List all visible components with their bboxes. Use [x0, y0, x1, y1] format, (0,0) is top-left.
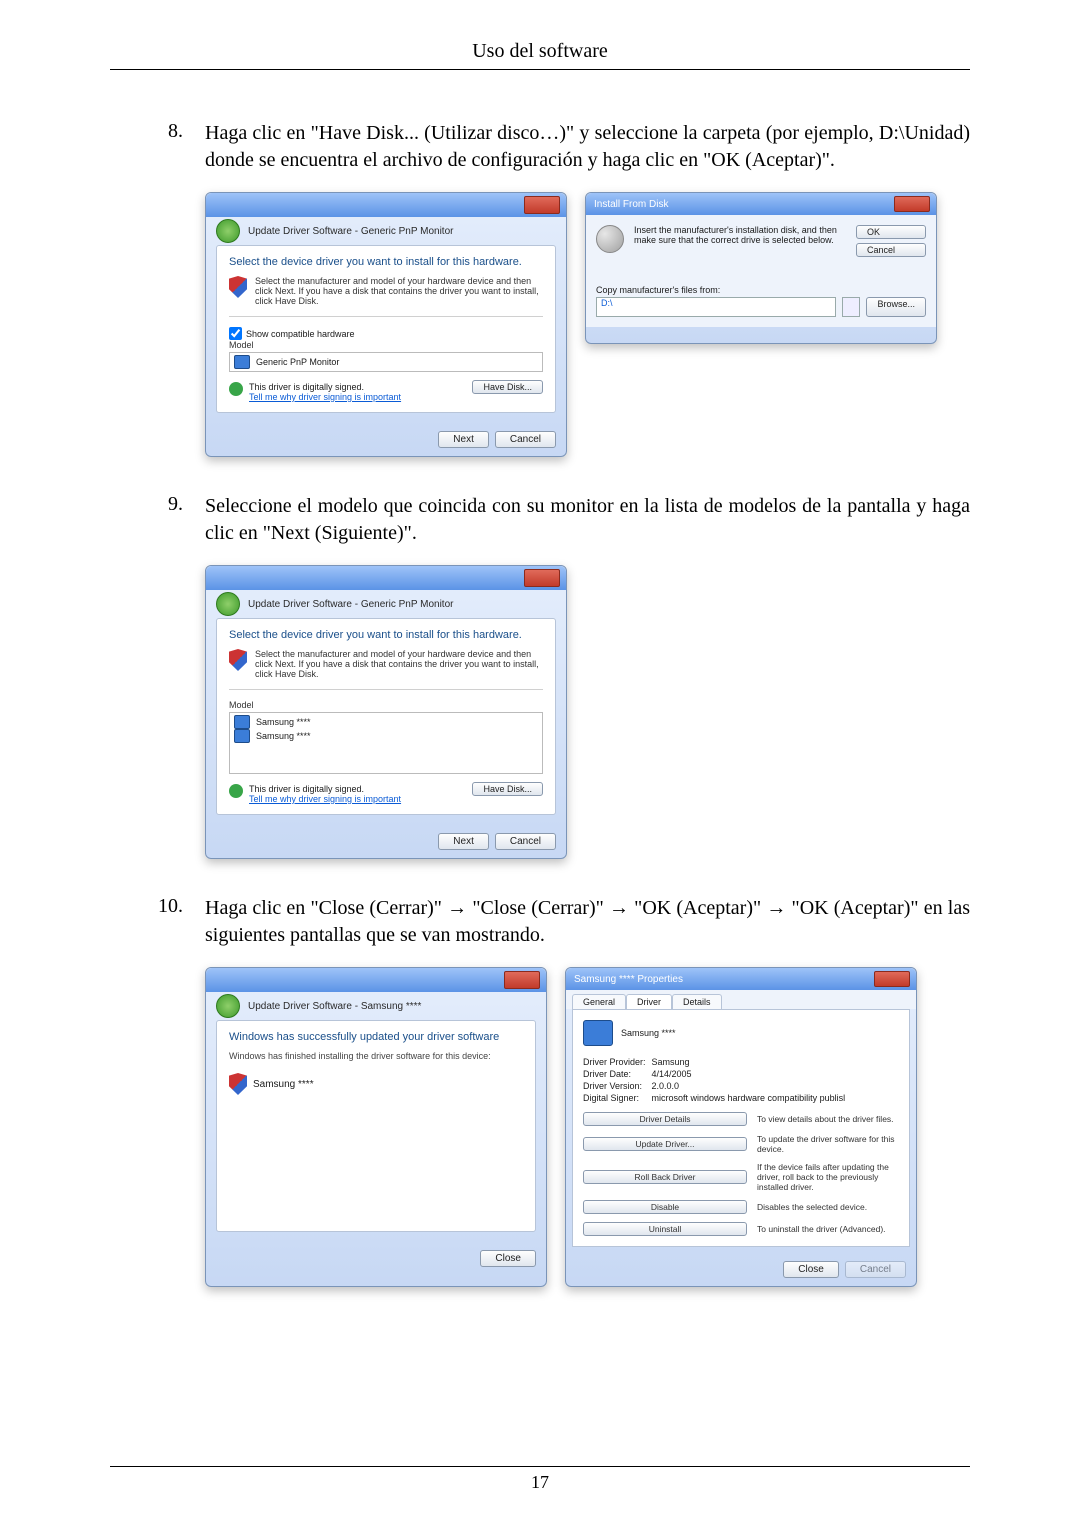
model-label: Model	[229, 340, 543, 350]
ifd-title: Install From Disk	[594, 199, 668, 210]
shield-icon	[229, 649, 247, 671]
cancel-button[interactable]: Cancel	[495, 833, 556, 850]
step10-number: 10.	[110, 895, 205, 949]
breadcrumb: Update Driver Software - Generic PnP Mon…	[248, 226, 453, 237]
ok-button[interactable]: OK	[856, 225, 926, 239]
monitor-icon	[234, 715, 250, 729]
model-list[interactable]: Samsung **** Samsung ****	[229, 712, 543, 774]
dialog-subtext: Windows has finished installing the driv…	[229, 1051, 523, 1061]
signed-ok-icon	[229, 784, 243, 798]
cancel-button[interactable]: Cancel	[856, 243, 926, 257]
install-from-disk-dialog: Install From Disk Insert the manufacture…	[585, 192, 937, 344]
update-complete-dialog: Update Driver Software - Samsung **** Wi…	[205, 967, 547, 1287]
model-item[interactable]: Generic PnP Monitor	[256, 357, 339, 367]
show-compatible-checkbox[interactable]: Show compatible hardware	[229, 327, 543, 340]
breadcrumb: Update Driver Software - Samsung ****	[248, 1001, 421, 1012]
rollback-button[interactable]: Roll Back Driver	[583, 1170, 747, 1184]
signing-link[interactable]: Tell me why driver signing is important	[249, 794, 401, 804]
back-icon[interactable]	[216, 994, 240, 1018]
update-driver-dialog: Update Driver Software - Generic PnP Mon…	[205, 192, 567, 457]
device-name: Samsung ****	[621, 1028, 676, 1038]
step9-text: Seleccione el modelo que coincida con su…	[205, 493, 970, 547]
close-icon[interactable]	[874, 971, 910, 987]
dialog-heading: Windows has successfully updated your dr…	[229, 1031, 523, 1043]
close-icon[interactable]	[504, 971, 540, 989]
tab-details[interactable]: Details	[672, 994, 722, 1009]
close-icon[interactable]	[524, 196, 560, 214]
monitor-icon	[234, 355, 250, 369]
model-list[interactable]: Generic PnP Monitor	[229, 352, 543, 372]
have-disk-button[interactable]: Have Disk...	[472, 782, 543, 796]
page-header: Uso del software	[110, 40, 970, 63]
dialog-note: Select the manufacturer and model of you…	[255, 276, 543, 306]
disk-icon	[596, 225, 624, 253]
step10-text: Haga clic en "Close (Cerrar)" → "Close (…	[205, 895, 970, 949]
ifd-message: Insert the manufacturer's installation d…	[634, 225, 848, 245]
dialog-heading: Select the device driver you want to ins…	[229, 256, 543, 268]
driver-info-table: Driver Provider:Samsung Driver Date:4/14…	[583, 1056, 851, 1104]
back-icon[interactable]	[216, 219, 240, 243]
header-rule	[110, 69, 970, 70]
update-driver-button[interactable]: Update Driver...	[583, 1137, 747, 1151]
driver-details-button[interactable]: Driver Details	[583, 1112, 747, 1126]
next-button[interactable]: Next	[438, 431, 489, 448]
close-button[interactable]: Close	[783, 1261, 839, 1278]
signed-ok-icon	[229, 382, 243, 396]
close-icon[interactable]	[524, 569, 560, 587]
model-item[interactable]: Samsung ****	[256, 717, 311, 727]
step8-text: Haga clic en "Have Disk... (Utilizar dis…	[205, 120, 970, 174]
dialog-note: Select the manufacturer and model of you…	[255, 649, 543, 679]
have-disk-button[interactable]: Have Disk...	[472, 380, 543, 394]
page-number: 17	[0, 1472, 1080, 1493]
breadcrumb: Update Driver Software - Generic PnP Mon…	[248, 599, 453, 610]
tab-general[interactable]: General	[572, 994, 626, 1009]
copy-from-label: Copy manufacturer's files from:	[596, 285, 926, 295]
cancel-button[interactable]: Cancel	[495, 431, 556, 448]
monitor-icon	[234, 729, 250, 743]
signed-text: This driver is digitally signed.	[249, 784, 401, 794]
monitor-icon	[583, 1020, 613, 1046]
browse-button[interactable]: Browse...	[866, 297, 926, 317]
step9-number: 9.	[110, 493, 205, 547]
properties-title: Samsung **** Properties	[574, 974, 683, 985]
step8-number: 8.	[110, 120, 205, 174]
shield-icon	[229, 276, 247, 298]
path-input[interactable]: D:\	[596, 297, 836, 317]
dropdown-icon[interactable]	[842, 297, 860, 317]
uninstall-button[interactable]: Uninstall	[583, 1222, 747, 1236]
model-label: Model	[229, 700, 543, 710]
close-icon[interactable]	[894, 196, 930, 212]
signed-text: This driver is digitally signed.	[249, 382, 401, 392]
properties-dialog: Samsung **** Properties General Driver D…	[565, 967, 917, 1287]
disable-button[interactable]: Disable	[583, 1200, 747, 1214]
back-icon[interactable]	[216, 592, 240, 616]
model-item[interactable]: Samsung ****	[256, 731, 311, 741]
select-model-dialog: Update Driver Software - Generic PnP Mon…	[205, 565, 567, 859]
next-button[interactable]: Next	[438, 833, 489, 850]
device-name: Samsung ****	[253, 1079, 314, 1090]
tab-driver[interactable]: Driver	[626, 994, 672, 1009]
signing-link[interactable]: Tell me why driver signing is important	[249, 392, 401, 402]
cancel-button: Cancel	[845, 1261, 906, 1278]
footer-rule	[110, 1466, 970, 1467]
close-button[interactable]: Close	[480, 1250, 536, 1267]
shield-icon	[229, 1073, 247, 1095]
dialog-heading: Select the device driver you want to ins…	[229, 629, 543, 641]
